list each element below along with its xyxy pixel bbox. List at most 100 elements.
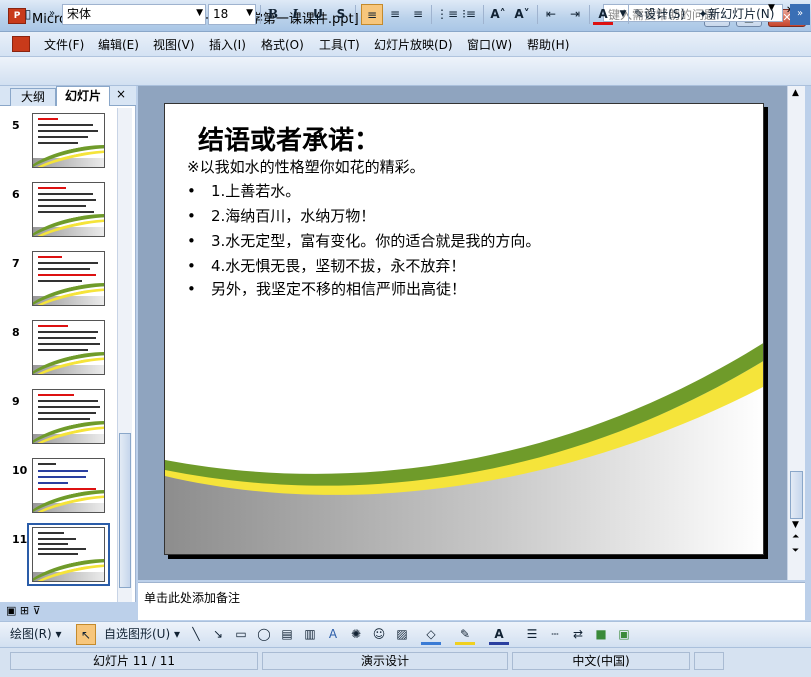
slideshow-view-icon[interactable]: ⊽ — [33, 604, 41, 617]
slide-thumbnail-7[interactable] — [32, 251, 105, 306]
fill-color-icon[interactable]: ◇ — [421, 624, 441, 645]
view-buttons: ▣ ⊞ ⊽ — [6, 604, 41, 617]
menu-format[interactable]: 格式(O) — [261, 36, 304, 53]
slides-pane-scrollbar[interactable] — [117, 108, 132, 602]
tab-outline[interactable]: 大纲 — [10, 88, 56, 106]
scroll-up-icon[interactable]: ▲ — [792, 88, 799, 98]
decrease-font-icon[interactable]: A˅ — [512, 4, 532, 25]
slide-bullet[interactable]: • 3.水无定型，富有变化。你的适合就是我的方向。 — [187, 230, 540, 251]
slide-sorter-view-icon[interactable]: ⊞ — [20, 604, 29, 617]
align-left-icon[interactable]: ≡ — [361, 4, 383, 25]
toolbar-separator — [628, 5, 629, 24]
menu-slideshow[interactable]: 幻灯片放映(D) — [374, 36, 453, 53]
shadow-style-icon[interactable]: ■ — [591, 624, 611, 645]
bold-button[interactable]: B — [263, 4, 283, 25]
oval-icon[interactable]: ◯ — [254, 624, 274, 645]
slide-number: 10 — [12, 464, 28, 477]
new-document-icon[interactable]: ▯ — [18, 4, 38, 25]
design-button[interactable]: ✎设计(S) — [634, 4, 685, 25]
align-center-icon[interactable]: ≡ — [385, 4, 405, 25]
autoshapes-menu-button[interactable]: 自选图形(U) ▾ — [104, 624, 180, 645]
bullets-icon[interactable]: ⁝≡ — [459, 4, 479, 25]
select-pointer-icon[interactable]: ↖ — [76, 624, 96, 645]
chevron-down-icon[interactable]: ▼ — [196, 5, 203, 22]
rectangle-icon[interactable]: ▭ — [231, 624, 251, 645]
tab-slides[interactable]: 幻灯片 — [56, 86, 110, 106]
wordart-icon[interactable]: A — [323, 624, 343, 645]
font-color-icon[interactable]: A — [593, 4, 613, 25]
menu-file[interactable]: 文件(F) — [44, 36, 84, 53]
decrease-indent-icon[interactable]: ⇤ — [541, 4, 561, 25]
main-vertical-scrollbar[interactable]: ▲ ▼ ⏶ ⏷ — [787, 86, 805, 580]
picture-icon[interactable]: ▨ — [392, 624, 412, 645]
shadow-button[interactable]: S — [331, 4, 351, 25]
underline-button[interactable]: U — [308, 4, 328, 25]
toolbar-options-icon[interactable]: » — [790, 4, 810, 25]
slide-number: 6 — [12, 188, 20, 201]
menu-tools[interactable]: 工具(T) — [319, 36, 360, 53]
line-icon[interactable]: ╲ — [186, 624, 206, 645]
dash-style-icon[interactable]: ┄ — [545, 624, 565, 645]
scroll-down-icon[interactable]: ▼ — [792, 520, 799, 530]
textbox-icon[interactable]: ▤ — [277, 624, 297, 645]
align-right-icon[interactable]: ≡ — [408, 4, 428, 25]
menu-insert[interactable]: 插入(I) — [209, 36, 246, 53]
numbering-icon[interactable]: ⋮≡ — [436, 4, 458, 25]
vertical-textbox-icon[interactable]: ▥ — [300, 624, 320, 645]
slide-thumbnail-9[interactable] — [32, 389, 105, 444]
document-icon[interactable] — [12, 36, 30, 52]
slide-thumbnail-10[interactable] — [32, 458, 105, 513]
toolbar-separator — [589, 5, 590, 24]
draw-label: 绘图(R) — [10, 627, 52, 641]
slide-number: 8 — [12, 326, 20, 339]
draw-menu-button[interactable]: 绘图(R) ▾ — [10, 624, 62, 645]
chevron-down-icon[interactable]: ▼ — [246, 5, 253, 22]
menu-help[interactable]: 帮助(H) — [527, 36, 569, 53]
design-label: 设计(S) — [644, 7, 686, 21]
toolbar-options-icon[interactable]: » — [42, 4, 62, 25]
menu-window[interactable]: 窗口(W) — [467, 36, 512, 53]
autoshapes-label: 自选图形(U) — [104, 627, 171, 641]
increase-font-icon[interactable]: A˄ — [488, 4, 508, 25]
slide-thumbnail-8[interactable] — [32, 320, 105, 375]
notes-placeholder[interactable]: 单击此处添加备注 — [144, 589, 240, 606]
pane-close-icon[interactable]: × — [116, 87, 126, 101]
formatting-toolbar — [0, 57, 811, 86]
next-slide-icon[interactable]: ⏷ — [792, 546, 799, 556]
font-size-combo[interactable]: 18 ▼ — [208, 4, 256, 25]
line-color-icon[interactable]: ✎ — [455, 624, 475, 645]
slide-thumbnail-11[interactable] — [32, 527, 105, 582]
slide-intro-text[interactable]: ※以我如水的性格塑你如花的精彩。 — [187, 156, 425, 177]
slide-number: 5 — [12, 119, 20, 132]
italic-button[interactable]: I — [285, 4, 305, 25]
line-style-icon[interactable]: ☰ — [522, 624, 542, 645]
new-slide-button[interactable]: ✦新幻灯片(N) — [698, 4, 774, 25]
arrow-icon[interactable]: ↘ — [208, 624, 228, 645]
toolbar-separator — [431, 5, 432, 24]
slide-title[interactable]: 结语或者承诺： — [198, 120, 380, 157]
slide-bullet[interactable]: • 2.海纳百川，水纳万物！ — [187, 205, 375, 226]
clipart-icon[interactable]: ☺ — [369, 624, 389, 645]
toolbar-separator — [537, 5, 538, 24]
normal-view-icon[interactable]: ▣ — [6, 604, 16, 617]
slide-number: 11 — [12, 533, 28, 546]
design-icon: ✎ — [634, 7, 645, 21]
chevron-down-icon[interactable]: ▼ — [613, 4, 633, 25]
3d-style-icon[interactable]: ▣ — [614, 624, 634, 645]
font-name-combo[interactable]: 宋体 ▼ — [62, 4, 206, 25]
slide-bullet[interactable]: • 1.上善若水。 — [187, 180, 300, 201]
arrow-style-icon[interactable]: ⇄ — [568, 624, 588, 645]
previous-slide-icon[interactable]: ⏶ — [792, 532, 799, 542]
slide-canvas[interactable]: 结语或者承诺： ※以我如水的性格塑你如花的精彩。 • 1.上善若水。 • 2.海纳百… — [164, 103, 764, 555]
slide-bullet[interactable]: • 4.水无惧无畏，坚韧不拔，永不放弃！ — [187, 255, 465, 276]
slide-thumbnail-6[interactable] — [32, 182, 105, 237]
slide-bullet[interactable]: • 另外，我坚定不移的相信严师出高徒！ — [187, 278, 466, 299]
font-size-value: 18 — [213, 7, 229, 21]
menu-view[interactable]: 视图(V) — [153, 36, 195, 53]
font-color-draw-icon[interactable]: A — [489, 624, 509, 645]
scroll-thumb[interactable] — [790, 471, 803, 519]
diagram-icon[interactable]: ✺ — [346, 624, 366, 645]
increase-indent-icon[interactable]: ⇥ — [565, 4, 585, 25]
slide-thumbnail-5[interactable] — [32, 113, 105, 168]
menu-edit[interactable]: 编辑(E) — [98, 36, 139, 53]
